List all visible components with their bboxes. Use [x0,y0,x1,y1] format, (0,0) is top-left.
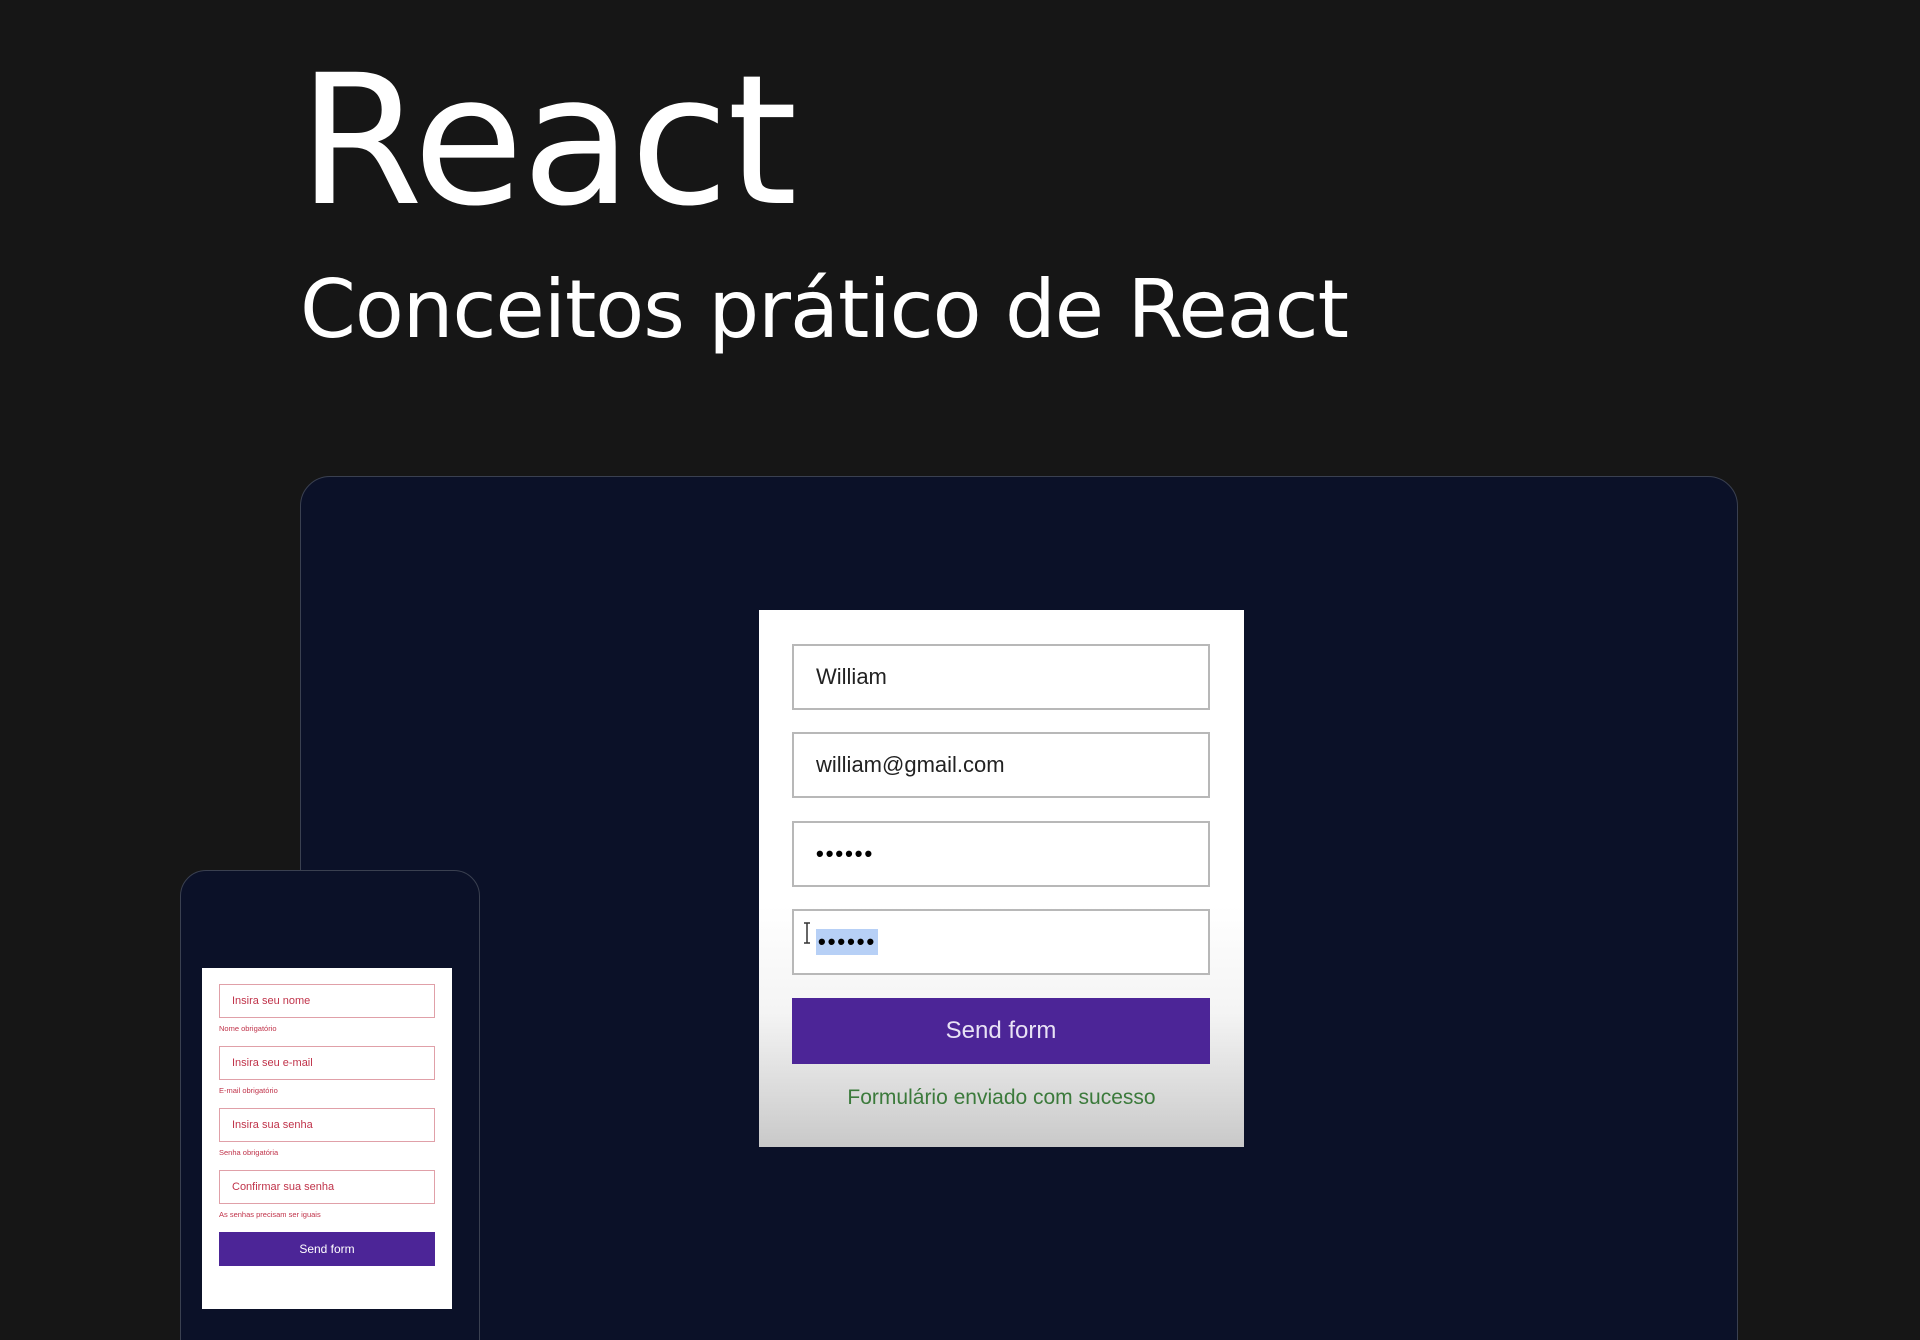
page-title: React [298,37,798,246]
email-field[interactable]: william@gmail.com [792,732,1210,798]
password-field[interactable]: •••••• [792,821,1210,887]
mobile-password-error: Senha obrigatória [219,1148,279,1157]
email-field-value: william@gmail.com [816,752,1005,777]
mobile-form-card: Insira seu nome Nome obrigatório Insira … [202,968,452,1309]
mobile-confirm-password-error: As senhas precisam ser iguais [219,1210,321,1219]
mobile-email-error: E-mail obrigatório [219,1086,278,1095]
mobile-send-form-button[interactable]: Send form [219,1232,435,1266]
mobile-confirm-password-placeholder: Confirmar sua senha [232,1181,335,1193]
name-field-value: William [816,664,887,689]
send-form-button[interactable]: Send form [792,998,1210,1064]
mobile-password-placeholder: Insira sua senha [232,1119,313,1131]
name-field[interactable]: William [792,644,1210,710]
success-message: Formulário enviado com sucesso [847,1086,1156,1109]
confirm-password-field-value: •••••• [816,929,879,955]
text-cursor-icon [804,922,810,944]
desktop-form-card: William william@gmail.com •••••• •••••• … [759,610,1244,1147]
page-subtitle: Conceitos prático de React [300,263,1349,356]
page: React Conceitos prático de React William… [0,0,1920,1340]
mobile-name-error: Nome obrigatório [219,1024,277,1033]
confirm-password-field[interactable]: •••••• [792,909,1210,975]
mobile-name-field[interactable]: Insira seu nome [219,984,435,1018]
mobile-email-field[interactable]: Insira seu e-mail [219,1046,435,1080]
password-field-value: •••••• [816,841,875,866]
mobile-confirm-password-field[interactable]: Confirmar sua senha [219,1170,435,1204]
mobile-email-placeholder: Insira seu e-mail [232,1057,313,1069]
mobile-password-field[interactable]: Insira sua senha [219,1108,435,1142]
mobile-name-placeholder: Insira seu nome [232,995,311,1007]
